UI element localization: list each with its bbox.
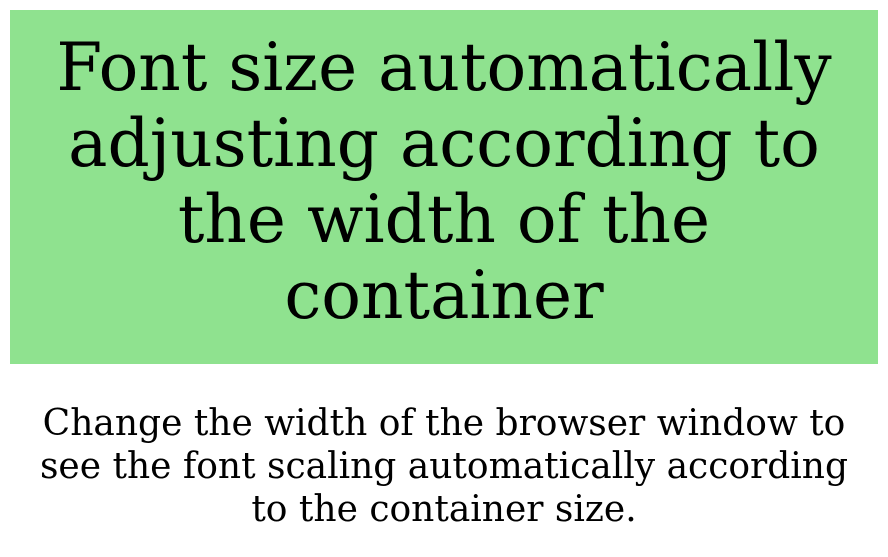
page-heading: Font size automatically adjusting accord… <box>40 30 848 334</box>
instruction-text: Change the width of the browser window t… <box>10 402 878 532</box>
heading-container: Font size automatically adjusting accord… <box>10 10 878 364</box>
